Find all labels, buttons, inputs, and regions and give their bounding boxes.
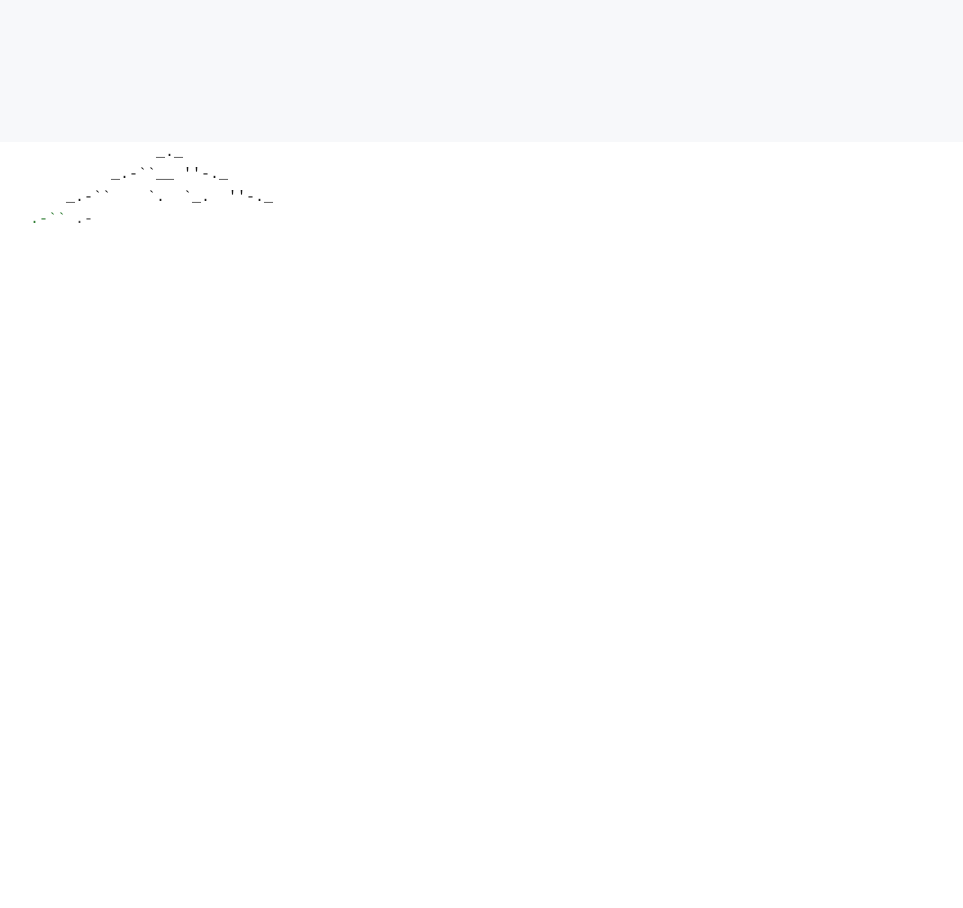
redis-ascii-logo: _._ _.-``__ ''-._ _.-`` `. `_. ''-._ .-`…: [0, 142, 273, 232]
sentinel-startup-terminal: [0, 0, 963, 142]
redis-banner-block: _._ _.-``__ ''-._ _.-`` `. `_. ''-._ .-`…: [0, 142, 963, 232]
